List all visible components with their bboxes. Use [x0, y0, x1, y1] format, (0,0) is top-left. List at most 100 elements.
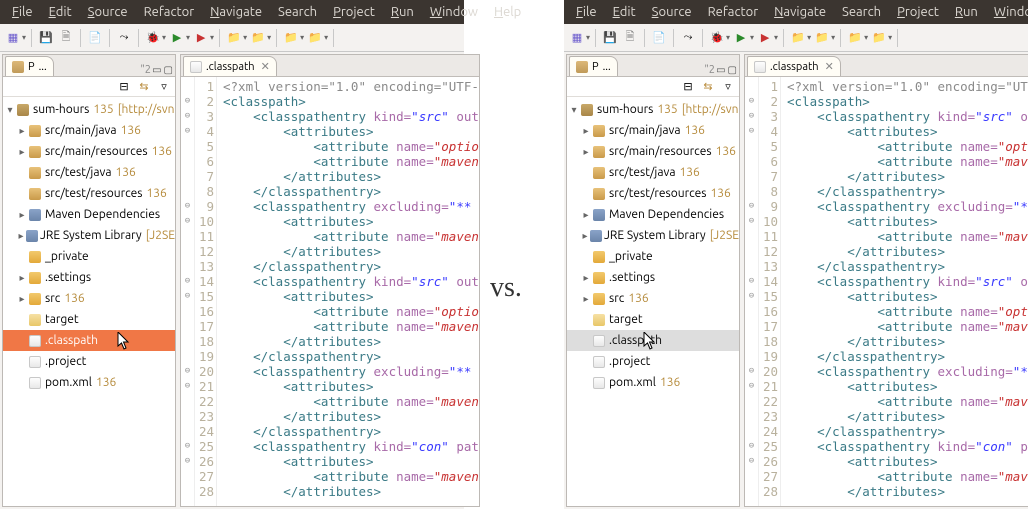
dropdown-arrow-icon[interactable]: ▾ [210, 33, 214, 42]
minimize-view-icon[interactable]: ▭ [716, 64, 725, 76]
ext-tool-button[interactable]: ▶ [756, 29, 774, 47]
menu-help[interactable]: Help [486, 5, 529, 19]
new-type-button[interactable]: 📁 [813, 29, 831, 47]
tree-item[interactable]: ▸src136 [3, 288, 175, 309]
link-editor-icon[interactable]: ⇆ [701, 80, 715, 94]
view-menu-icon[interactable]: ▿ [157, 80, 171, 94]
tab-classpath[interactable]: .classpath✕ [747, 56, 841, 76]
dropdown-arrow-icon[interactable]: ▾ [726, 33, 730, 42]
menu-edit[interactable]: Edit [605, 5, 644, 19]
code-area[interactable]: <?xml version="1.0" encoding="UTF-<class… [781, 77, 1028, 506]
build-button[interactable]: 📄 [650, 29, 668, 47]
tree-item[interactable]: src/test/resources136 [567, 183, 739, 204]
debug-button[interactable]: 🐞 [144, 29, 162, 47]
tree-item[interactable]: src/test/resources136 [3, 183, 175, 204]
ext-tool-button[interactable]: ▶ [192, 29, 210, 47]
menu-navigate[interactable]: Navigate [202, 5, 270, 19]
maximize-view-icon[interactable]: ▢ [164, 64, 173, 76]
menu-file[interactable]: File [568, 5, 605, 19]
tree-root[interactable]: ▾sum-hours135[http://svn [567, 99, 739, 120]
fold-gutter[interactable]: ⊖⊖⊖⊖⊖⊖⊖⊖⊖⊖⊖ [745, 77, 759, 506]
menu-refactor[interactable]: Refactor [700, 5, 767, 19]
run-button[interactable]: ▶ [732, 29, 750, 47]
dropdown-arrow-icon[interactable]: ▾ [774, 33, 778, 42]
tree-item[interactable]: ▸src/main/java136 [567, 120, 739, 141]
menu-file[interactable]: File [4, 5, 41, 19]
run-button[interactable]: ▶ [168, 29, 186, 47]
tree-item[interactable]: pom.xml136 [567, 372, 739, 393]
code-area[interactable]: <?xml version="1.0" encoding="UTF-<class… [217, 77, 479, 506]
maximize-view-icon[interactable]: ▢ [728, 64, 737, 76]
tree-item[interactable]: ▸Maven Dependencies [3, 204, 175, 225]
save-all-button[interactable]: 🗎 [621, 29, 639, 47]
editor-body[interactable]: ⊖⊖⊖⊖⊖⊖⊖⊖⊖⊖⊖12345678910111213141516171819… [745, 77, 1028, 506]
skip-button[interactable]: ⤳ [115, 29, 133, 47]
tree-item[interactable]: ▸JRE System Library[J2SE [3, 225, 175, 246]
new-pkg-button[interactable]: 📁 [789, 29, 807, 47]
menu-window[interactable]: Window [422, 5, 486, 19]
tree-item[interactable]: src/test/java136 [3, 162, 175, 183]
new-button[interactable]: ▦ [4, 29, 22, 47]
dropdown-arrow-icon[interactable]: ▾ [22, 33, 26, 42]
tab-project-explorer[interactable]: P... [569, 56, 618, 76]
save-button[interactable]: 💾 [37, 29, 55, 47]
close-tab-icon[interactable]: ✕ [261, 60, 270, 73]
dropdown-arrow-icon[interactable]: ▾ [243, 33, 247, 42]
tree-item[interactable]: .classpath [567, 330, 739, 351]
open-task-button[interactable]: 📁 [870, 29, 888, 47]
tree-item[interactable]: pom.xml136 [3, 372, 175, 393]
open-type-button[interactable]: 📁 [282, 29, 300, 47]
tree-item[interactable]: .classpath [3, 330, 175, 351]
project-tree[interactable]: ▾sum-hours135[http://svn▸src/main/java13… [3, 97, 175, 506]
dropdown-arrow-icon[interactable]: ▾ [300, 33, 304, 42]
debug-button[interactable]: 🐞 [708, 29, 726, 47]
tab-project-explorer[interactable]: P... [5, 56, 54, 76]
tree-item[interactable]: ▸.settings [3, 267, 175, 288]
new-pkg-button[interactable]: 📁 [225, 29, 243, 47]
menu-run[interactable]: Run [947, 5, 986, 19]
tree-item[interactable]: ▸src/main/resources136 [567, 141, 739, 162]
dropdown-arrow-icon[interactable]: ▾ [162, 33, 166, 42]
dropdown-arrow-icon[interactable]: ▾ [324, 33, 328, 42]
dropdown-arrow-icon[interactable]: ▾ [186, 33, 190, 42]
tree-item[interactable]: target [567, 309, 739, 330]
menu-edit[interactable]: Edit [41, 5, 80, 19]
dropdown-arrow-icon[interactable]: ▾ [831, 33, 835, 42]
tree-item[interactable]: _private [567, 246, 739, 267]
editor-body[interactable]: ⊖⊖⊖⊖⊖⊖⊖⊖⊖⊖⊖12345678910111213141516171819… [181, 77, 479, 506]
skip-button[interactable]: ⤳ [679, 29, 697, 47]
minimize-view-icon[interactable]: ▭ [152, 64, 161, 76]
link-editor-icon[interactable]: ⇆ [137, 80, 151, 94]
menu-source[interactable]: Source [80, 5, 136, 19]
tree-item[interactable]: ▸Maven Dependencies [567, 204, 739, 225]
build-button[interactable]: 📄 [86, 29, 104, 47]
dropdown-arrow-icon[interactable]: ▾ [888, 33, 892, 42]
dropdown-arrow-icon[interactable]: ▾ [807, 33, 811, 42]
tree-item[interactable]: ▸src/main/resources136 [3, 141, 175, 162]
collapse-all-icon[interactable]: ⊟ [117, 80, 131, 94]
menu-run[interactable]: Run [383, 5, 422, 19]
tree-item[interactable]: target [3, 309, 175, 330]
menu-search[interactable]: Search [270, 5, 325, 19]
menu-project[interactable]: Project [889, 5, 947, 19]
open-task-button[interactable]: 📁 [306, 29, 324, 47]
tree-item[interactable]: _private [3, 246, 175, 267]
project-tree[interactable]: ▾sum-hours135[http://svn▸src/main/java13… [567, 97, 739, 506]
save-all-button[interactable]: 🗎 [57, 29, 75, 47]
tree-item[interactable]: ▸.settings [567, 267, 739, 288]
tree-item[interactable]: src/test/java136 [567, 162, 739, 183]
tree-item[interactable]: .project [3, 351, 175, 372]
view-menu-icon[interactable]: ▿ [721, 80, 735, 94]
dropdown-arrow-icon[interactable]: ▾ [864, 33, 868, 42]
close-tab-icon[interactable]: ✕ [825, 60, 834, 73]
new-button[interactable]: ▦ [568, 29, 586, 47]
menu-window[interactable]: Window [986, 5, 1028, 19]
tree-item[interactable]: ▸JRE System Library[J2SE [567, 225, 739, 246]
dropdown-arrow-icon[interactable]: ▾ [586, 33, 590, 42]
menu-source[interactable]: Source [644, 5, 700, 19]
dropdown-arrow-icon[interactable]: ▾ [750, 33, 754, 42]
tree-root[interactable]: ▾sum-hours135[http://svn [3, 99, 175, 120]
tree-item[interactable]: .project [567, 351, 739, 372]
open-type-button[interactable]: 📁 [846, 29, 864, 47]
tree-item[interactable]: ▸src136 [567, 288, 739, 309]
